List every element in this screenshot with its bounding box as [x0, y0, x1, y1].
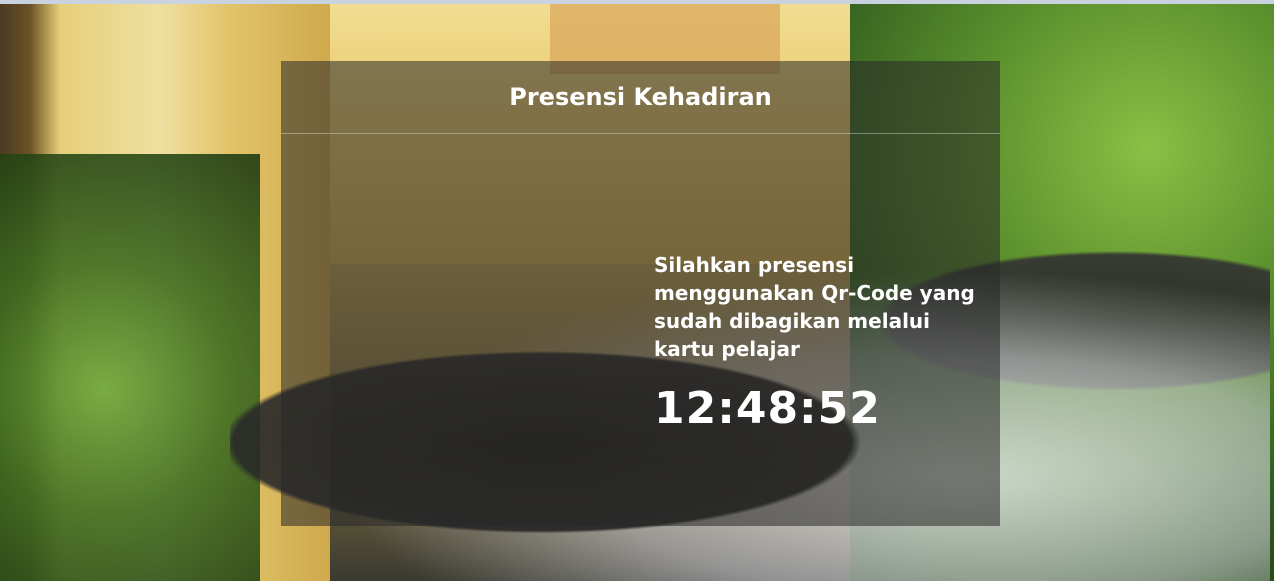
panel-header: Presensi Kehadiran [281, 61, 1000, 134]
clock-display: 12:48:52 [654, 383, 881, 434]
background-leaves [0, 154, 260, 581]
attendance-panel: Presensi Kehadiran Silahkan presensi men… [281, 61, 1000, 526]
page-title: Presensi Kehadiran [509, 83, 772, 111]
instruction-text: Silahkan presensi menggunakan Qr-Code ya… [654, 253, 975, 361]
